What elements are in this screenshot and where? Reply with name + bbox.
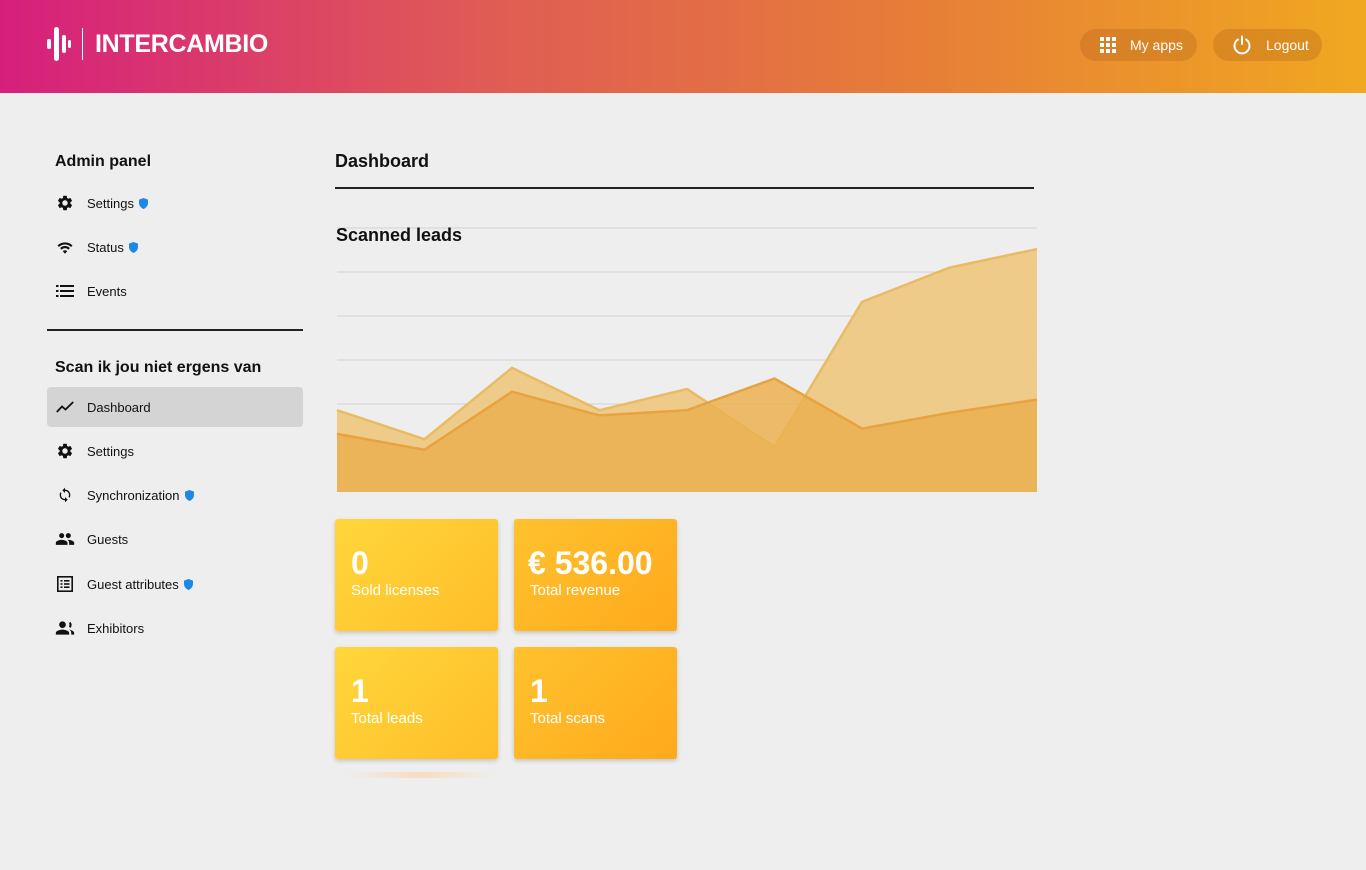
sidebar-item-label: Guest attributes xyxy=(87,576,179,592)
stat-value: 1 xyxy=(351,673,369,709)
stat-card-total-scans: 1 Total scans xyxy=(514,647,677,759)
shield-badge-icon xyxy=(138,197,148,209)
sidebar-item-settings[interactable]: Settings xyxy=(47,429,303,473)
sidebar-item-label: Status xyxy=(87,239,124,255)
my-apps-label: My apps xyxy=(1130,37,1183,53)
sidebar-item-label: Settings xyxy=(87,443,134,459)
sidebar-item-dashboard[interactable]: Dashboard xyxy=(47,387,303,427)
scanned-leads-chart: Scanned leads xyxy=(336,218,1038,495)
logo[interactable]: INTERCAMBIO xyxy=(47,27,268,61)
brand-name: INTERCAMBIO xyxy=(95,29,269,58)
sidebar-divider xyxy=(47,329,303,331)
sidebar-item-label: Synchronization xyxy=(87,487,180,503)
shield-badge-icon xyxy=(183,578,193,590)
sidebar-item-exhibitors[interactable]: Exhibitors xyxy=(47,607,303,649)
list-icon xyxy=(55,281,75,301)
sidebar-item-admin-settings[interactable]: Settings xyxy=(47,181,303,225)
logo-separator xyxy=(82,28,83,60)
stat-card-total-leads: 1 Total leads xyxy=(335,647,498,759)
chart-svg xyxy=(336,227,1038,492)
logout-label: Logout xyxy=(1266,37,1309,53)
sidebar: Admin panel Settings Status Events Scan … xyxy=(47,140,303,649)
logo-mark-icon xyxy=(47,27,71,61)
title-divider xyxy=(335,187,1034,189)
admin-panel-title: Admin panel xyxy=(55,153,152,170)
exhibitors-icon xyxy=(55,618,75,638)
sidebar-item-guests[interactable]: Guests xyxy=(47,517,303,561)
stat-value: € 536.00 xyxy=(528,545,653,581)
table-icon xyxy=(55,574,75,594)
sync-icon xyxy=(55,485,75,505)
wifi-icon xyxy=(55,237,75,257)
stat-label: Total revenue xyxy=(530,582,621,599)
sidebar-item-status[interactable]: Status xyxy=(47,225,303,269)
power-icon xyxy=(1233,35,1251,55)
my-apps-button[interactable]: My apps xyxy=(1080,29,1197,61)
shield-badge-icon xyxy=(128,241,138,253)
stat-card-total-revenue: € 536.00 Total revenue xyxy=(514,519,677,631)
stat-value: 1 xyxy=(530,673,548,709)
page-title: Dashboard xyxy=(335,151,430,171)
stat-value: 0 xyxy=(351,545,369,581)
event-title: Scan ik jou niet ergens van xyxy=(55,359,262,376)
trending-icon xyxy=(55,397,75,417)
stat-card-sold-licenses: 0 Sold licenses xyxy=(335,519,498,631)
sidebar-item-label: Settings xyxy=(87,195,134,211)
main-content: Dashboard xyxy=(335,140,1035,189)
sidebar-item-label: Guests xyxy=(87,531,129,547)
sidebar-item-label: Exhibitors xyxy=(87,620,145,636)
sidebar-item-synchronization[interactable]: Synchronization xyxy=(47,473,303,517)
sidebar-item-label: Dashboard xyxy=(87,399,151,415)
people-icon xyxy=(55,529,75,549)
stat-label: Total leads xyxy=(351,710,423,727)
loading-strip xyxy=(345,772,495,778)
stat-label: Sold licenses xyxy=(351,582,440,599)
gear-icon xyxy=(55,441,75,461)
sidebar-item-events[interactable]: Events xyxy=(47,269,303,313)
top-bar: INTERCAMBIO My apps Logout xyxy=(0,0,1366,93)
shield-badge-icon xyxy=(184,489,194,501)
gear-icon xyxy=(55,193,75,213)
apps-grid-icon xyxy=(1100,37,1116,53)
sidebar-item-guest-attributes[interactable]: Guest attributes xyxy=(47,561,303,607)
chart-title: Scanned leads xyxy=(336,225,463,245)
logout-button[interactable]: Logout xyxy=(1213,29,1322,61)
stat-label: Total scans xyxy=(530,710,606,727)
sidebar-item-label: Events xyxy=(87,283,127,299)
